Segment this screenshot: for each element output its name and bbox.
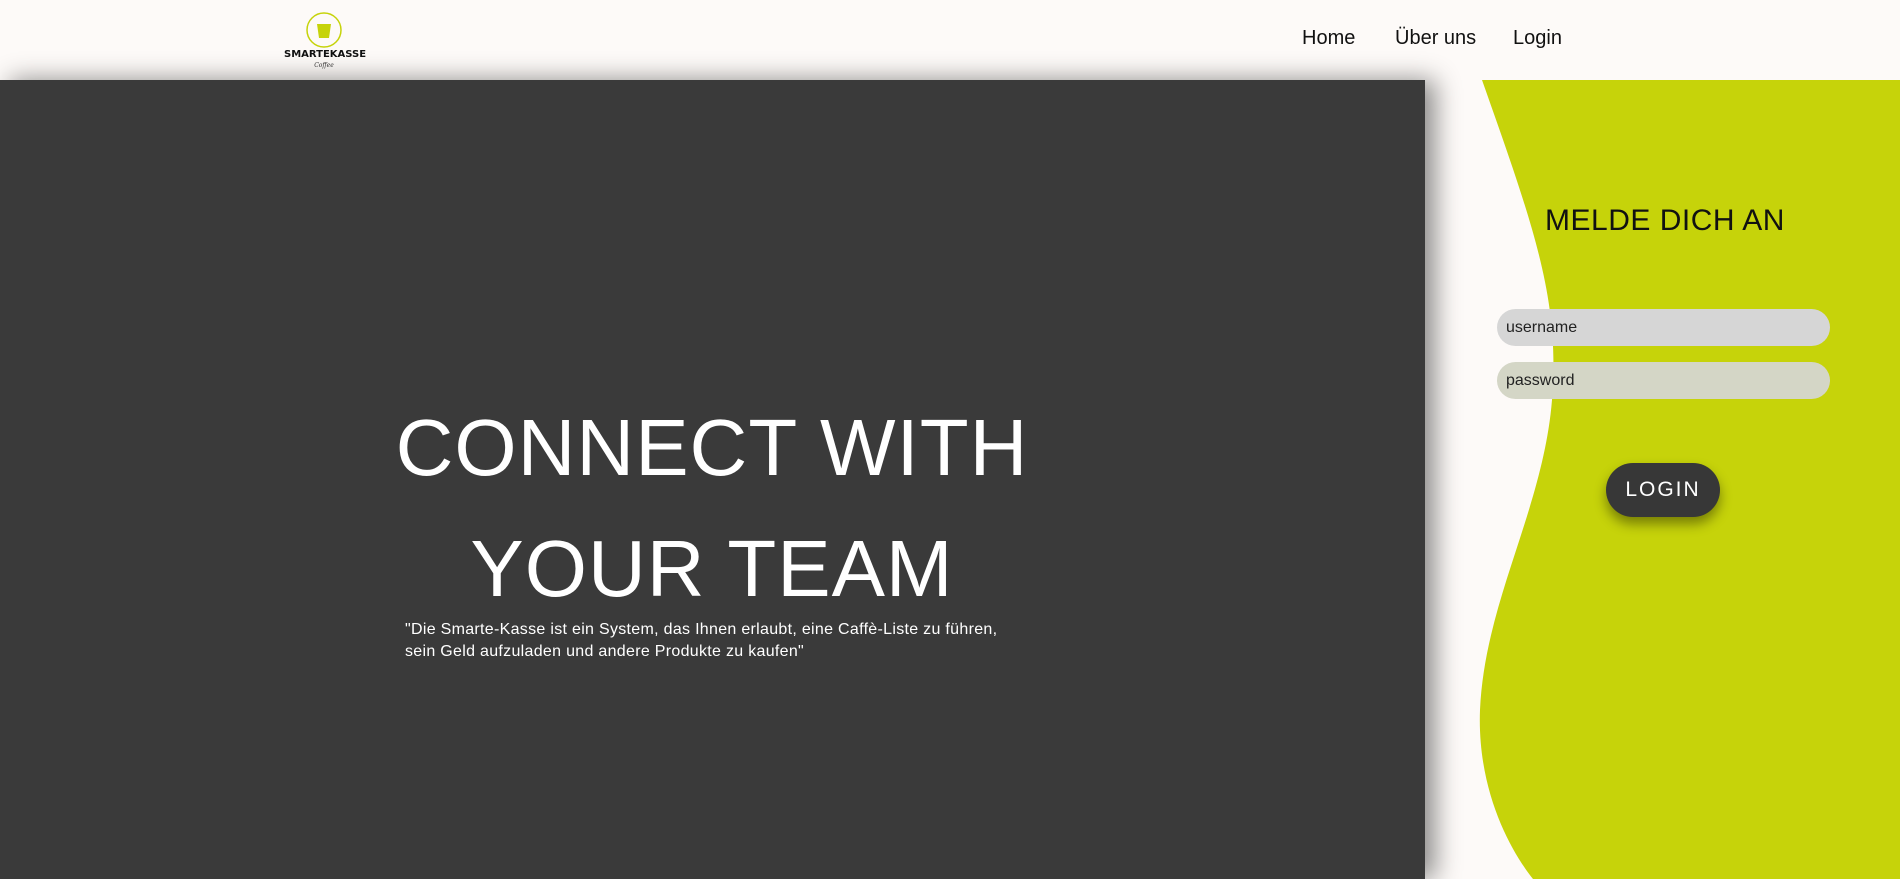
cup-icon bbox=[306, 12, 342, 48]
nav-about-link[interactable]: Über uns bbox=[1395, 27, 1476, 50]
hero-title: CONNECT WITH YOUR TEAM bbox=[290, 387, 1134, 629]
hero-quote-line-1: "Die Smarte-Kasse ist ein System, das Ih… bbox=[405, 621, 998, 638]
password-input[interactable] bbox=[1497, 362, 1830, 399]
hero-title-line-1: CONNECT WITH bbox=[395, 403, 1029, 492]
nav-home-link[interactable]: Home bbox=[1302, 27, 1355, 50]
username-input[interactable] bbox=[1497, 309, 1830, 346]
logo[interactable]: SMARTEKASSE Coffee bbox=[284, 12, 367, 70]
hero-quote: "Die Smarte-Kasse ist ein System, das Ih… bbox=[405, 619, 1045, 663]
logo-name: SMARTEKASSE bbox=[284, 49, 367, 60]
hero-quote-line-2: sein Geld aufzuladen und andere Produkte… bbox=[405, 643, 805, 660]
login-button[interactable]: LOGIN bbox=[1606, 463, 1720, 517]
hero-section: CONNECT WITH YOUR TEAM "Die Smarte-Kasse… bbox=[0, 80, 1425, 879]
hero-title-line-2: YOUR TEAM bbox=[470, 524, 954, 613]
login-panel: MELDE DICH AN LOGIN bbox=[1425, 80, 1900, 879]
logo-subtitle: Coffee bbox=[314, 62, 334, 69]
nav-login-link[interactable]: Login bbox=[1513, 27, 1562, 50]
login-title: MELDE DICH AN bbox=[1545, 204, 1785, 237]
header: SMARTEKASSE Coffee Home Über uns Login bbox=[0, 0, 1900, 80]
